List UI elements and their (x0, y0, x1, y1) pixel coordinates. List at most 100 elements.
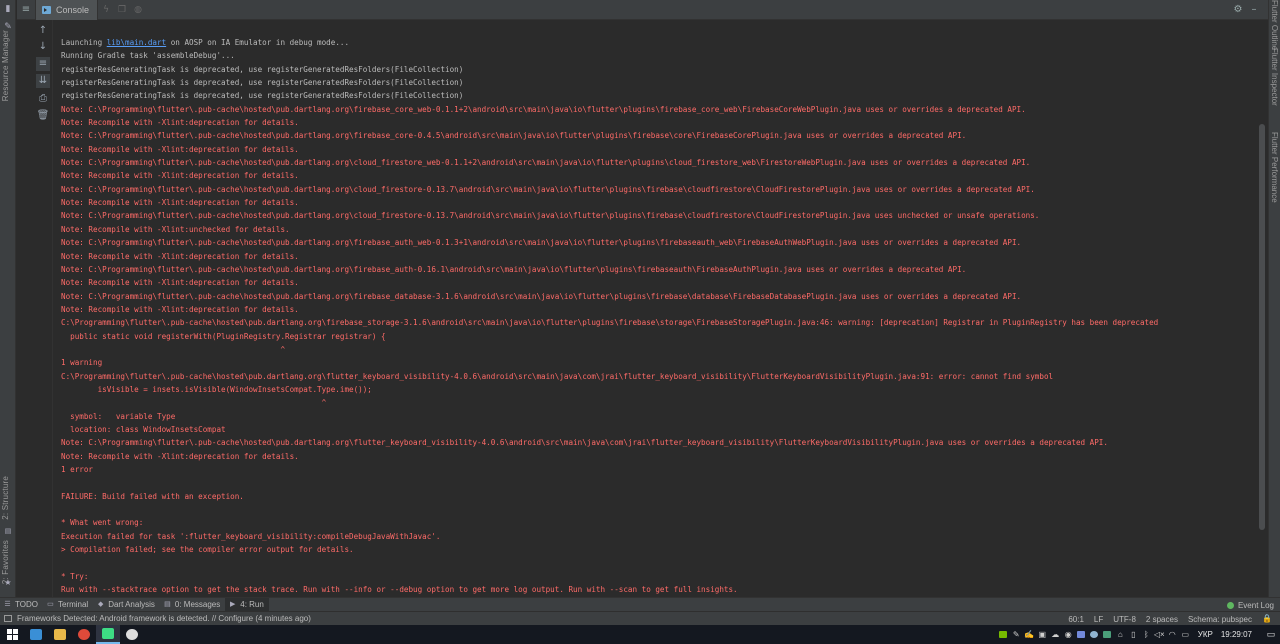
clock[interactable]: 19:29:07 (1221, 630, 1252, 639)
tab-label: Flutter Inspector (1270, 48, 1279, 106)
start-button[interactable] (0, 625, 24, 644)
scrollbar-thumb[interactable] (1259, 124, 1265, 530)
tab-flutter-outline[interactable]: Flutter Outline (1270, 0, 1280, 50)
console-line: Note: Recompile with -Xlint:deprecation … (61, 171, 299, 181)
stop-icon[interactable]: ◍ (130, 0, 146, 20)
tray-cloud-icon[interactable]: ☁ (1049, 625, 1062, 644)
console-line: Note: Recompile with -Xlint:deprecation … (61, 278, 299, 288)
tray-battery-icon[interactable]: ▭ (1179, 625, 1192, 644)
steam-icon (1090, 631, 1099, 638)
console-line: Note: C:\Programming\flutter\.pub-cache\… (61, 211, 1040, 221)
folder-icon (54, 629, 66, 640)
event-log-icon (1226, 601, 1234, 609)
messages-icon: ▤ (164, 601, 171, 608)
menu-icon[interactable]: ▮ (3, 4, 13, 14)
tab-label: TODO (15, 600, 38, 609)
tab-label: Terminal (57, 600, 89, 609)
taskbar-desktop[interactable] (24, 625, 48, 644)
taskbar-emulator[interactable] (120, 625, 144, 644)
json-schema[interactable]: Schema: pubspec (1188, 615, 1252, 624)
windows-taskbar: ✎ ✍ ▣ ☁ ◉ ⌂ ▯ ᛒ ◁× ◠ ▭ УКР 19:29:07 ▭ (0, 625, 1280, 644)
tab-label: Flutter Outline (1270, 0, 1279, 51)
event-log-button[interactable]: Event Log (1226, 598, 1274, 612)
scroll-to-end-icon[interactable]: ⇊ (36, 74, 50, 88)
tray-usb-icon[interactable]: ⌂ (1114, 625, 1127, 644)
tab-label: Dart Analysis (108, 600, 155, 609)
app-icon (1103, 631, 1112, 638)
tab-terminal[interactable]: ▭ Terminal (43, 598, 93, 612)
left-tool-strip: ▮ ✎ Resource Manager 2: Structure 2: Fav… (0, 0, 16, 597)
print-icon[interactable]: ⎙ (36, 92, 50, 106)
tab-run[interactable]: ▶ 4: Run (225, 597, 269, 612)
tray-discord-icon[interactable] (1075, 625, 1088, 644)
file-link[interactable]: lib\main.dart (107, 38, 166, 47)
tab-console[interactable]: Console (35, 0, 99, 20)
console-line: Note: Recompile with -Xlint:deprecation … (61, 451, 299, 461)
tray-steam-icon[interactable] (1088, 625, 1101, 644)
flash-icon[interactable]: ϟ (98, 0, 114, 20)
taskbar-chrome[interactable] (72, 625, 96, 644)
scroll-up-icon[interactable]: ↑ (36, 24, 50, 38)
console-line: location: class WindowInsetsCompat (61, 424, 226, 434)
console-toolbar: ↑ ↓ ≡ ⇊ ⎙ 🗑 (33, 20, 53, 597)
tab-flutter-inspector[interactable]: Flutter Inspector (1270, 48, 1280, 120)
console-line: Execution failed for task ':flutter_keyb… (61, 531, 441, 541)
console-output[interactable]: Launching lib\main.dart on AOSP on IA Em… (54, 20, 1257, 597)
tray-app-icon[interactable] (1101, 625, 1114, 644)
tray-bluetooth-icon[interactable]: ᛒ (1140, 625, 1153, 644)
console-line-rest: on AOSP on IA Emulator in debug mode... (166, 38, 350, 47)
bottom-tool-tabs: ☰ TODO ▭ Terminal ◆ Dart Analysis ▤ 0: M… (0, 597, 1280, 612)
tray-nvidia-icon[interactable] (997, 625, 1010, 644)
tab-messages[interactable]: ▤ 0: Messages (160, 598, 225, 612)
system-tray: ✎ ✍ ▣ ☁ ◉ ⌂ ▯ ᛒ ◁× ◠ ▭ УКР 19:29:07 ▭ (997, 625, 1280, 644)
tab-dart-analysis[interactable]: ◆ Dart Analysis (93, 598, 160, 612)
tray-gamepad-icon[interactable]: ◉ (1062, 625, 1075, 644)
tray-gpu-icon[interactable]: ▣ (1036, 625, 1049, 644)
monitor-icon (30, 629, 42, 640)
lock-icon[interactable]: 🔒 (1262, 615, 1272, 623)
tab-label: Flutter Performance (1270, 132, 1279, 203)
tray-ink-icon[interactable]: ✍ (1023, 625, 1036, 644)
scroll-down-icon[interactable]: ↓ (36, 40, 50, 54)
tab-label: 0: Messages (174, 600, 221, 609)
console-icon (42, 5, 51, 14)
console-line: Note: Recompile with -Xlint:deprecation … (61, 144, 299, 154)
trash-icon[interactable]: 🗑 (36, 109, 50, 123)
console-line: ^ (61, 344, 286, 354)
hamburger-icon[interactable]: ≡ (17, 0, 35, 20)
console-line: C:\Programming\flutter\.pub-cache\hosted… (61, 318, 1159, 328)
hide-icon[interactable]: – (1246, 0, 1262, 20)
notification-center-icon[interactable]: ▭ (1262, 625, 1280, 644)
settings-gear-icon[interactable]: ⚙ (1230, 0, 1246, 20)
indent-setting[interactable]: 2 spaces (1146, 615, 1178, 624)
console-line: Note: Recompile with -Xlint:deprecation … (61, 251, 299, 261)
status-bar: Frameworks Detected: Android framework i… (0, 611, 1280, 625)
copy-icon[interactable]: ❐ (114, 0, 130, 20)
discord-icon (1077, 631, 1086, 638)
structure-icon: ▤ (4, 527, 12, 535)
input-language[interactable]: УКР (1198, 630, 1213, 639)
tray-wifi-icon[interactable]: ◠ (1166, 625, 1179, 644)
status-message[interactable]: Frameworks Detected: Android framework i… (4, 614, 311, 623)
tab-console-label: Console (56, 4, 90, 15)
tray-pen-icon[interactable]: ✎ (1010, 625, 1023, 644)
taskbar-explorer[interactable] (48, 625, 72, 644)
line-separator[interactable]: LF (1094, 615, 1103, 624)
tray-volume-icon[interactable]: ◁× (1153, 625, 1166, 644)
taskbar-android-studio[interactable] (96, 625, 120, 644)
cursor-position[interactable]: 60:1 (1068, 615, 1084, 624)
tab-flutter-performance[interactable]: Flutter Performance (1270, 132, 1280, 212)
file-encoding[interactable]: UTF-8 (1113, 615, 1136, 624)
run-icon: ▶ (230, 601, 236, 608)
soft-wrap-icon[interactable]: ≡ (36, 57, 50, 71)
console-scrollbar[interactable] (1257, 20, 1268, 597)
console-line: C:\Programming\flutter\.pub-cache\hosted… (61, 371, 1054, 381)
tray-network-icon[interactable]: ▯ (1127, 625, 1140, 644)
tab-resource-manager[interactable]: Resource Manager (1, 30, 15, 101)
console-line: 1 warning (61, 358, 103, 368)
tab-todo[interactable]: ☰ TODO (0, 598, 43, 612)
console-line: registerResGeneratingTask is deprecated,… (61, 91, 464, 101)
console-line: ^ (61, 398, 327, 408)
